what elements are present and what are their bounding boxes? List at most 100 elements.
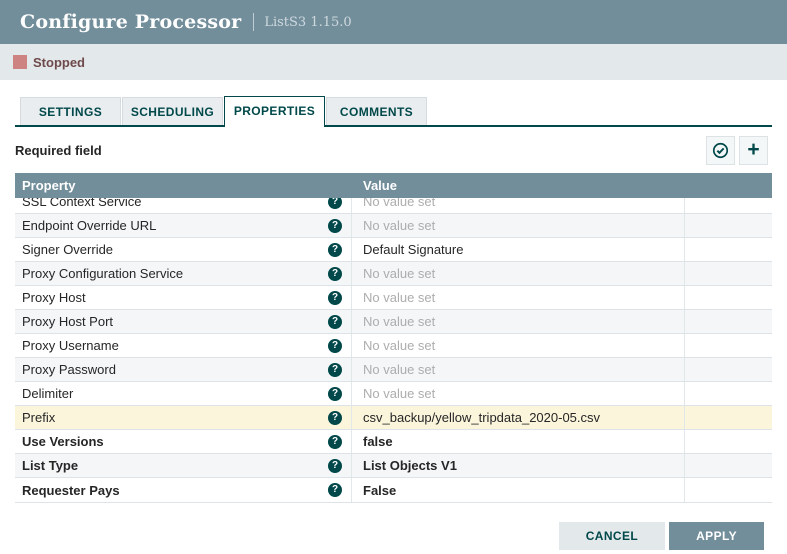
row-filler — [685, 262, 772, 285]
property-value: No value set — [363, 314, 435, 329]
property-name: Proxy Username — [22, 338, 119, 353]
verify-properties-button[interactable] — [706, 136, 735, 165]
property-value-cell[interactable]: No value set — [352, 382, 685, 405]
property-value-cell[interactable]: No value set — [352, 286, 685, 309]
property-name: Prefix — [22, 410, 55, 425]
table-row[interactable]: Prefix ? csv_backup/yellow_tripdata_2020… — [15, 406, 772, 430]
table-row[interactable]: SSL Context Service ? No value set — [15, 198, 772, 214]
tab-scheduling[interactable]: SCHEDULING — [122, 97, 223, 125]
row-filler — [685, 334, 772, 357]
row-filler — [685, 406, 772, 429]
row-filler — [685, 478, 772, 502]
table-row[interactable]: Endpoint Override URL ? No value set — [15, 214, 772, 238]
table-row[interactable]: List Type ? List Objects V1 — [15, 454, 772, 478]
property-value: Default Signature — [363, 242, 463, 257]
property-name: SSL Context Service — [22, 198, 141, 209]
property-value-cell[interactable]: List Objects V1 — [352, 454, 685, 477]
property-value-cell[interactable]: Default Signature — [352, 238, 685, 261]
help-icon[interactable]: ? — [328, 435, 342, 449]
stopped-icon — [13, 55, 27, 69]
property-name: Requester Pays — [22, 483, 120, 498]
apply-button[interactable]: APPLY — [669, 522, 764, 550]
table-row[interactable]: Requester Pays ? False — [15, 478, 772, 502]
property-value-cell[interactable]: False — [352, 478, 685, 502]
tab-settings[interactable]: SETTINGS — [20, 97, 121, 125]
help-icon[interactable]: ? — [328, 411, 342, 425]
table-row[interactable]: Use Versions ? false — [15, 430, 772, 454]
processor-name-version: ListS3 1.15.0 — [264, 15, 351, 30]
tab-bar: SETTINGS SCHEDULING PROPERTIES COMMENTS — [15, 96, 772, 127]
help-icon[interactable]: ? — [328, 339, 342, 353]
property-name: Use Versions — [22, 434, 104, 449]
help-icon[interactable]: ? — [328, 243, 342, 257]
table-row[interactable]: Proxy Username ? No value set — [15, 334, 772, 358]
property-value: No value set — [363, 362, 435, 377]
dialog-footer: CANCEL APPLY — [15, 522, 772, 550]
row-filler — [685, 382, 772, 405]
property-value: csv_backup/yellow_tripdata_2020-05.csv — [363, 410, 600, 425]
table-row[interactable]: Proxy Configuration Service ? No value s… — [15, 262, 772, 286]
tab-comments[interactable]: COMMENTS — [326, 97, 427, 125]
row-filler — [685, 310, 772, 333]
row-filler — [685, 238, 772, 261]
table-row[interactable]: Signer Override ? Default Signature — [15, 238, 772, 262]
row-filler — [685, 454, 772, 477]
property-value: False — [363, 483, 396, 498]
table-header: Property Value — [15, 173, 772, 198]
toolbar-buttons: + — [706, 136, 772, 165]
property-value-cell[interactable]: No value set — [352, 310, 685, 333]
tab-properties[interactable]: PROPERTIES — [224, 96, 325, 127]
properties-toolbar: Required field + — [15, 127, 772, 173]
property-value: No value set — [363, 218, 435, 233]
row-filler — [685, 214, 772, 237]
help-icon[interactable]: ? — [328, 459, 342, 473]
property-value-cell[interactable]: false — [352, 430, 685, 453]
help-icon[interactable]: ? — [328, 387, 342, 401]
status-label: Stopped — [33, 55, 85, 70]
property-name: Proxy Host Port — [22, 314, 113, 329]
help-icon[interactable]: ? — [328, 198, 342, 209]
property-name: Endpoint Override URL — [22, 218, 156, 233]
property-name: List Type — [22, 458, 78, 473]
help-icon[interactable]: ? — [328, 219, 342, 233]
table-row[interactable]: Proxy Password ? No value set — [15, 358, 772, 382]
property-value: No value set — [363, 266, 435, 281]
property-value: false — [363, 434, 393, 449]
property-table-body: SSL Context Service ? No value set Endpo… — [15, 198, 772, 502]
property-value-cell[interactable]: No value set — [352, 214, 685, 237]
property-value-cell[interactable]: No value set — [352, 358, 685, 381]
status-bar: Stopped — [0, 44, 787, 80]
row-filler — [685, 286, 772, 309]
help-icon[interactable]: ? — [328, 483, 342, 497]
cancel-button[interactable]: CANCEL — [559, 522, 665, 550]
dialog-title: Configure Processor — [20, 11, 241, 33]
help-icon[interactable]: ? — [328, 363, 342, 377]
check-circle-icon — [712, 142, 729, 159]
property-value: No value set — [363, 338, 435, 353]
row-filler — [685, 198, 772, 213]
column-header-property: Property — [15, 178, 352, 193]
property-value-cell[interactable]: csv_backup/yellow_tripdata_2020-05.csv — [352, 406, 685, 429]
table-row[interactable]: Delimiter ? No value set — [15, 382, 772, 406]
table-row[interactable]: Proxy Host ? No value set — [15, 286, 772, 310]
dialog-header: Configure Processor ListS3 1.15.0 — [0, 0, 787, 44]
row-filler — [685, 358, 772, 381]
property-value-cell[interactable]: No value set — [352, 198, 685, 213]
property-table: Property Value SSL Context Service ? No … — [15, 173, 772, 503]
property-name: Delimiter — [22, 386, 73, 401]
help-icon[interactable]: ? — [328, 267, 342, 281]
property-value: No value set — [363, 290, 435, 305]
column-header-value: Value — [352, 178, 685, 193]
property-value: No value set — [363, 386, 435, 401]
help-icon[interactable]: ? — [328, 291, 342, 305]
row-filler — [685, 430, 772, 453]
table-row[interactable]: Proxy Host Port ? No value set — [15, 310, 772, 334]
property-value: No value set — [363, 198, 435, 209]
add-property-button[interactable]: + — [739, 136, 768, 165]
property-value-cell[interactable]: No value set — [352, 334, 685, 357]
property-value-cell[interactable]: No value set — [352, 262, 685, 285]
property-name: Proxy Configuration Service — [22, 266, 183, 281]
help-icon[interactable]: ? — [328, 315, 342, 329]
plus-icon: + — [747, 139, 759, 160]
title-separator — [253, 13, 254, 31]
